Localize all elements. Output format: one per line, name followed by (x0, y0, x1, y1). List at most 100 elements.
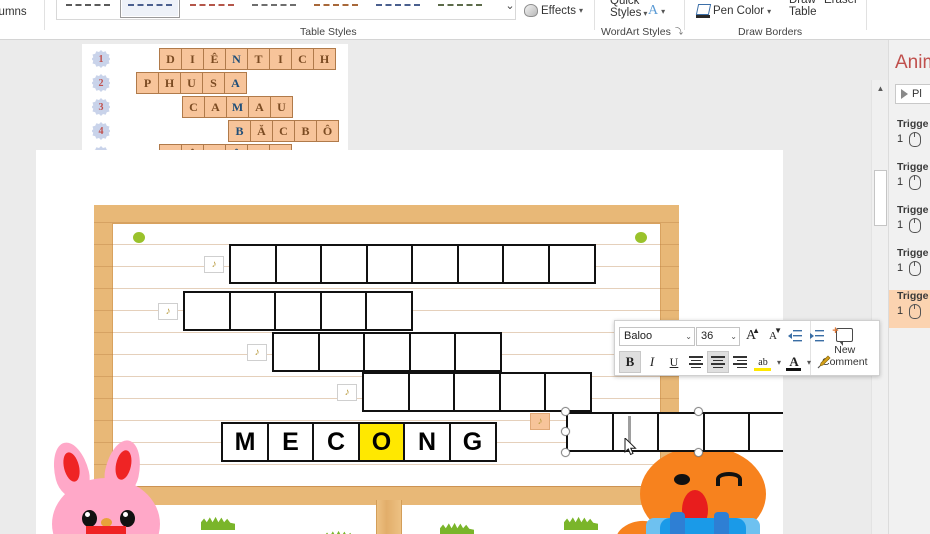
decrease-indent-button[interactable] (784, 325, 806, 347)
answer-row-1[interactable]: ♪ (204, 244, 596, 284)
answer-cell[interactable]: M (221, 422, 269, 462)
play-animation-button[interactable]: Pl (895, 84, 930, 104)
answer-cell[interactable] (274, 291, 322, 331)
answer-cell[interactable] (228, 291, 277, 331)
table-style-thumb[interactable] (244, 0, 304, 18)
effects-button[interactable]: Effects ▾ (524, 4, 583, 17)
answer-cell[interactable] (454, 332, 502, 372)
answer-row-5-mecong[interactable]: M E C O N G (221, 422, 497, 462)
animation-pane[interactable]: Anim Pl Trigge 1 Trigge 1 Trigge 1 Trigg… (888, 40, 930, 534)
align-center-button[interactable] (707, 351, 729, 373)
answer-cell[interactable] (320, 244, 368, 284)
audio-icon[interactable]: ♪ (158, 302, 178, 320)
answer-grid-2[interactable] (183, 291, 413, 331)
underline-button[interactable]: U (663, 351, 685, 373)
answer-cell[interactable] (408, 332, 457, 372)
answer-cell[interactable] (272, 332, 320, 372)
wordart-fill-button[interactable]: A ▾ (648, 4, 665, 18)
chevron-down-icon[interactable]: ⌄ (502, 0, 518, 14)
animation-trigger-item-2[interactable]: Trigge 1 (889, 161, 930, 199)
resize-handle-n[interactable] (694, 407, 703, 416)
table-style-thumb[interactable] (306, 0, 366, 18)
answer-cell[interactable] (365, 244, 414, 284)
format-painter-button[interactable] (813, 351, 835, 373)
answer-grid-6[interactable] (566, 412, 783, 452)
selected-table-shape[interactable]: ♪ (530, 407, 783, 457)
vertical-scrollbar[interactable]: ▲ (871, 80, 889, 534)
animation-trigger-item-3[interactable]: Trigge 1 (889, 204, 930, 242)
animation-trigger-item-4[interactable]: Trigge 1 (889, 247, 930, 285)
italic-button[interactable]: I (641, 351, 663, 373)
answer-cell[interactable] (229, 244, 277, 284)
answer-grid-3[interactable] (272, 332, 502, 372)
answer-cell[interactable] (657, 412, 705, 452)
answer-cell[interactable] (498, 372, 547, 412)
audio-icon[interactable]: ♪ (247, 343, 267, 361)
answer-cell[interactable] (407, 372, 456, 412)
answer-cell[interactable] (363, 332, 411, 372)
answer-cell[interactable] (566, 412, 614, 452)
text-highlight-button[interactable]: ab (751, 351, 775, 373)
table-style-thumb-selected[interactable] (120, 0, 180, 18)
shrink-font-button[interactable]: A ▼ (762, 325, 784, 347)
table-style-thumb[interactable] (58, 0, 118, 18)
resize-handle-s[interactable] (694, 448, 703, 457)
answer-cell[interactable]: N (403, 422, 451, 462)
answer-cell[interactable] (453, 372, 501, 412)
pen-color-button[interactable]: Pen Color ▾ (696, 4, 771, 18)
answer-cell[interactable] (319, 291, 368, 331)
audio-icon-row-6[interactable]: ♪ (530, 413, 555, 430)
chevron-down-icon[interactable]: ▾ (777, 358, 781, 367)
align-right-button[interactable] (729, 351, 751, 373)
answer-cell[interactable] (411, 244, 459, 284)
resize-handle-w[interactable] (561, 427, 570, 436)
answer-cell[interactable] (502, 244, 550, 284)
answer-cell[interactable] (317, 332, 366, 372)
answer-cell[interactable]: C (312, 422, 360, 462)
eraser-button[interactable]: Eraser (824, 0, 858, 6)
answer-cell[interactable] (183, 291, 231, 331)
table-style-thumb[interactable] (430, 0, 490, 18)
mini-format-toolbar[interactable]: Baloo ⌄ 36 ⌄ A ▲ A ▼ B I U ab ▾ A ▾ + Ne… (614, 320, 880, 376)
scroll-up-arrow-icon[interactable]: ▲ (872, 80, 889, 97)
font-color-button[interactable]: A (783, 351, 805, 373)
answer-row-4[interactable]: ♪ (337, 372, 592, 412)
resize-handle-sw[interactable] (561, 448, 570, 457)
answer-cell[interactable] (274, 244, 323, 284)
previous-slide-preview[interactable]: 1 D I Ê N T I C H 2 P H U S A 3 C A M A … (82, 44, 348, 162)
answer-cell[interactable]: G (448, 422, 497, 462)
answer-cell[interactable] (362, 372, 410, 412)
chevron-down-icon[interactable]: ▾ (807, 358, 811, 367)
scrollbar-thumb[interactable] (874, 170, 887, 226)
answer-row-3[interactable]: ♪ (247, 332, 502, 372)
table-style-thumb[interactable] (182, 0, 242, 18)
answer-cell-highlighted[interactable]: O (357, 422, 406, 462)
answer-grid-5[interactable]: M E C O N G (221, 422, 497, 462)
answer-cell[interactable]: E (266, 422, 315, 462)
resize-handle-nw[interactable] (561, 407, 570, 416)
answer-cell[interactable] (544, 372, 592, 412)
audio-icon[interactable]: ♪ (337, 383, 357, 401)
answer-grid-1[interactable] (229, 244, 596, 284)
answer-cell[interactable] (456, 244, 505, 284)
grow-font-button[interactable]: A ▲ (740, 325, 762, 347)
quick-styles-button[interactable]: Quick Styles ▾ (610, 0, 647, 19)
audio-icon[interactable]: ♪ (530, 413, 550, 430)
wordart-dialog-launcher[interactable]: ⤵ (675, 26, 683, 37)
answer-row-2[interactable]: ♪ (158, 291, 413, 331)
answer-cell[interactable] (611, 412, 660, 452)
table-styles-gallery[interactable] (56, 0, 516, 20)
answer-cell[interactable] (702, 412, 751, 452)
audio-icon[interactable]: ♪ (204, 255, 224, 273)
answer-cell[interactable] (547, 244, 596, 284)
answer-cell[interactable] (365, 291, 413, 331)
bold-button[interactable]: B (619, 351, 641, 373)
answer-cell[interactable] (748, 412, 783, 452)
increase-indent-button[interactable] (806, 325, 828, 347)
font-name-combo[interactable]: Baloo ⌄ (619, 326, 695, 346)
align-left-button[interactable] (685, 351, 707, 373)
animation-trigger-item-1[interactable]: Trigge 1 (889, 118, 930, 156)
answer-grid-4[interactable] (362, 372, 592, 412)
font-size-combo[interactable]: 36 ⌄ (696, 326, 740, 346)
table-style-thumb[interactable] (368, 0, 428, 18)
